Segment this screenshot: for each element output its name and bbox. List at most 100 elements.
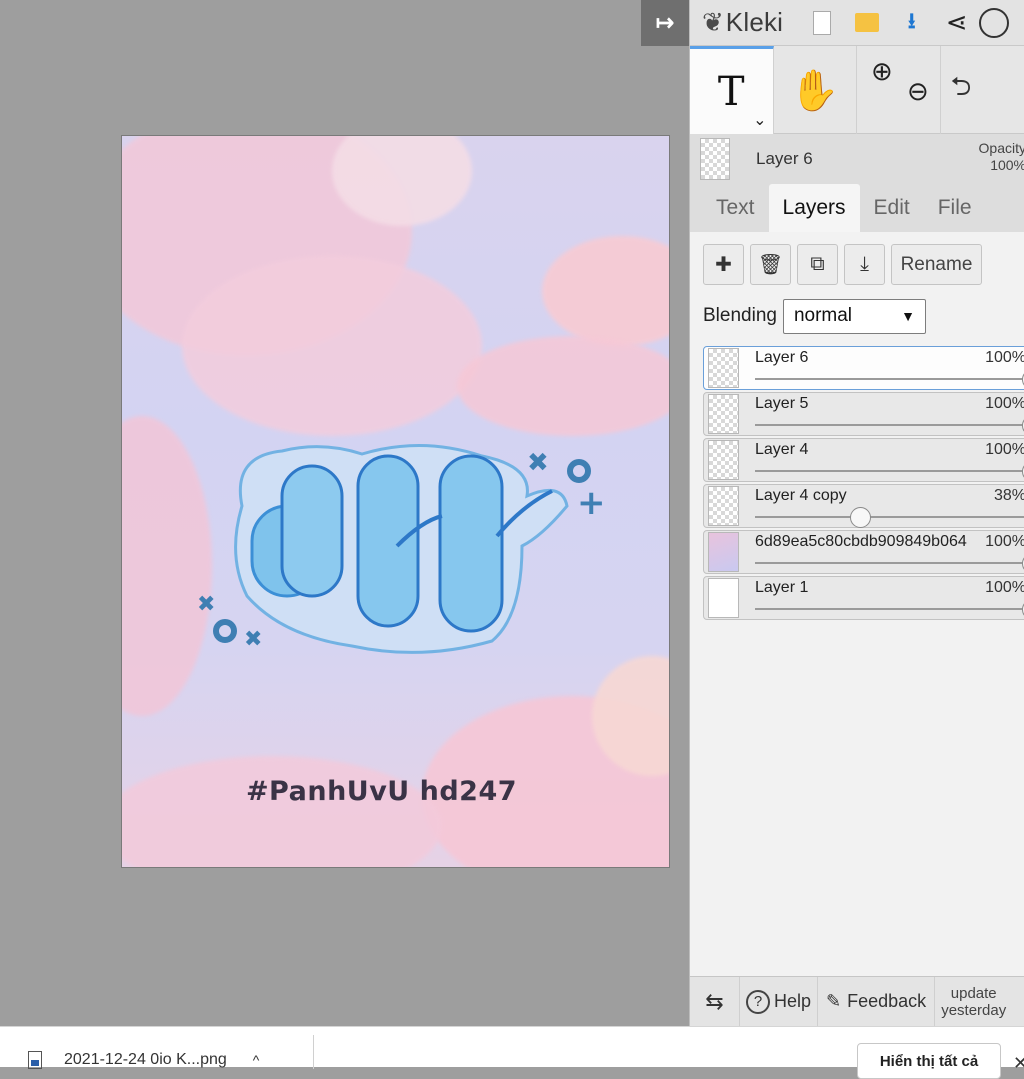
feedback-icon: ✎ <box>826 991 842 1011</box>
layer-row[interactable]: 6d89ea5c80cbdb909849b064 100% <box>703 530 1024 574</box>
layer-name: 6d89ea5c80cbdb909849b064 <box>755 533 967 550</box>
trash-icon: 🗑 <box>757 254 784 276</box>
layer-actions: ✚ 🗑 ⧉ ⤓ Rename <box>690 244 1024 286</box>
hand-tool-button[interactable]: ✋ <box>774 46 858 134</box>
update-line2: yesterday <box>941 1001 1007 1019</box>
opacity-slider-track[interactable] <box>755 516 1024 518</box>
current-layer-info: Layer 6 Opacity 100% <box>690 134 1024 184</box>
share-icon: ⋖ <box>945 7 968 37</box>
balloon-letter <box>280 464 344 598</box>
canvas-stage: ✖ + ✖ ✖ #PanhUvU hd247 ↦ <box>0 0 689 1026</box>
file-icon <box>28 1051 42 1069</box>
layer-row[interactable]: Layer 5 100% <box>703 392 1024 436</box>
open-file-button[interactable] <box>844 0 889 46</box>
duplicate-layer-button[interactable]: ⧉ <box>797 244 838 285</box>
rename-layer-button[interactable]: Rename <box>891 244 982 285</box>
layer-row[interactable]: Layer 6 100% <box>703 346 1024 390</box>
kleki-logo-icon: ❦ <box>702 7 724 37</box>
plus-icon: ✚ <box>715 254 732 276</box>
layer-thumbnail <box>708 348 739 388</box>
layers-panel: ✚ 🗑 ⧉ ⤓ Rename Blending normal ▼ Layer 6… <box>690 232 1024 1026</box>
sticker-ring <box>213 619 237 643</box>
layer-row[interactable]: Layer 4 copy 38% <box>703 484 1024 528</box>
app-brand[interactable]: ❦ Kleki <box>690 7 799 38</box>
sticker-plus: + <box>577 483 606 523</box>
feedback-button[interactable]: ✎ Feedback <box>818 976 936 1026</box>
sticker-ring <box>567 459 591 483</box>
layer-opacity: 100% <box>985 533 1024 550</box>
new-image-button[interactable] <box>799 0 844 46</box>
zoom-in-icon[interactable]: ⊕ <box>871 56 893 87</box>
layer-list: Layer 6 100% Layer 5 100% Layer 4 100% L… <box>690 346 1024 620</box>
tab-layers[interactable]: Layers <box>768 184 860 232</box>
delete-layer-button[interactable]: 🗑 <box>750 244 791 285</box>
text-tool-button[interactable]: T ⌄ <box>690 46 774 134</box>
chevron-up-icon[interactable]: ^ <box>253 1052 260 1068</box>
close-icon[interactable]: ✕ <box>1013 1053 1024 1074</box>
merge-down-icon: ⤓ <box>860 253 869 275</box>
layer-opacity: 100% <box>985 395 1024 412</box>
feedback-label: Feedback <box>847 991 927 1011</box>
blending-label: Blending <box>703 305 777 326</box>
current-layer-thumbnail <box>700 138 730 180</box>
balloon-letter <box>356 454 420 628</box>
sticker-cross: ✖ <box>244 627 262 652</box>
layer-opacity: 100% <box>985 441 1024 458</box>
panel-footer: ⇆ ? Help ✎ Feedback update yesterday <box>690 976 1024 1026</box>
opacity-slider-track[interactable] <box>755 608 1024 610</box>
layer-row[interactable]: Layer 1 100% <box>703 576 1024 620</box>
layer-opacity: 100% <box>985 579 1024 596</box>
share-button[interactable]: ⋖ <box>934 0 979 46</box>
collapse-panel-button[interactable]: ↦ <box>641 0 689 46</box>
layer-thumbnail <box>708 532 739 572</box>
opacity-label: Opacity <box>978 140 1024 156</box>
swap-icon: ⇆ <box>705 988 724 1014</box>
artwork-caption: #PanhUvU hd247 <box>245 776 518 807</box>
help-footer-button[interactable]: ? Help <box>740 976 819 1026</box>
undo-button[interactable]: ⮌ <box>941 46 1024 134</box>
top-toolbar: ❦ Kleki ⭳ ⋖ <box>690 0 1024 46</box>
artwork-canvas[interactable]: ✖ + ✖ ✖ #PanhUvU hd247 <box>121 135 670 868</box>
update-info[interactable]: update yesterday <box>935 977 1012 1027</box>
merge-down-button[interactable]: ⤓ <box>844 244 885 285</box>
swap-sides-button[interactable]: ⇆ <box>690 976 740 1026</box>
current-layer-name: Layer 6 <box>756 149 813 168</box>
open-folder-icon <box>854 13 879 32</box>
download-item[interactable]: 2021-12-24 0io K...png ^ <box>28 1051 259 1069</box>
chevron-down-icon[interactable]: ⌄ <box>753 110 766 130</box>
download-icon: ⭳ <box>907 7 916 33</box>
download-button[interactable]: ⭳ <box>889 0 934 46</box>
download-file-name: 2021-12-24 0io K...png <box>64 1051 227 1068</box>
divider <box>313 1035 314 1069</box>
side-panel: ❦ Kleki ⭳ ⋖ T ⌄ ✋ ⊕ ⊖ ⮌ Layer 6 Opacity … <box>689 0 1024 1026</box>
blending-row: Blending normal ▼ <box>690 286 1024 346</box>
opacity-slider-track[interactable] <box>755 562 1024 564</box>
layer-thumbnail <box>708 486 739 526</box>
layer-name: Layer 4 <box>755 441 809 458</box>
update-line1: update <box>950 984 997 1002</box>
balloon-letter <box>438 454 504 633</box>
layer-name: Layer 5 <box>755 395 809 412</box>
tab-text[interactable]: Text <box>702 184 769 232</box>
chevron-down-icon: ▼ <box>901 308 915 324</box>
opacity-slider-track[interactable] <box>755 378 1024 380</box>
zoom-out-icon[interactable]: ⊖ <box>907 76 929 107</box>
arrow-right-to-bar-icon: ↦ <box>655 10 675 35</box>
tab-file[interactable]: File <box>924 184 986 232</box>
blending-select[interactable]: normal ▼ <box>782 298 926 334</box>
help-button[interactable] <box>979 0 1024 46</box>
new-image-icon <box>812 10 831 35</box>
opacity-slider-handle[interactable] <box>850 507 872 528</box>
sticker-cross: ✖ <box>197 592 215 617</box>
add-layer-button[interactable]: ✚ <box>703 244 744 285</box>
tab-edit[interactable]: Edit <box>860 184 924 232</box>
show-all-button[interactable]: Hiển thị tất cả <box>857 1043 1001 1079</box>
blending-value: normal <box>793 305 853 326</box>
layer-opacity: 100% <box>985 349 1024 366</box>
opacity-slider-track[interactable] <box>755 470 1024 472</box>
layer-name: Layer 1 <box>755 579 809 596</box>
tool-row: T ⌄ ✋ ⊕ ⊖ ⮌ <box>690 46 1024 134</box>
opacity-value: 100% <box>990 157 1024 173</box>
layer-row[interactable]: Layer 4 100% <box>703 438 1024 482</box>
opacity-slider-track[interactable] <box>755 424 1024 426</box>
